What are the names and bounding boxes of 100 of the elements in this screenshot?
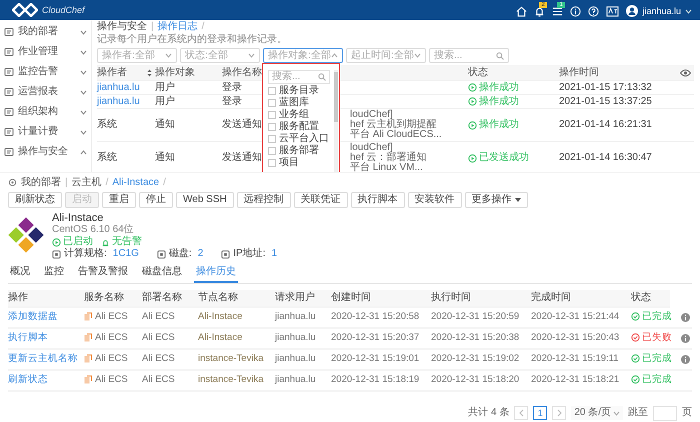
dropdown-option[interactable]: 服务部署 <box>268 145 330 157</box>
tab[interactable]: 监控 <box>42 264 66 282</box>
chevron-icon <box>80 30 87 34</box>
breadcrumb-item[interactable]: 操作与安全 <box>97 20 147 32</box>
operation-link[interactable]: 更新云主机名称 <box>8 354 78 364</box>
info-icon[interactable] <box>570 6 582 16</box>
action-button[interactable]: 更多操作 <box>464 192 528 208</box>
tab[interactable]: 操作历史 <box>194 264 238 282</box>
bell-icon[interactable] <box>534 6 546 16</box>
action-button[interactable]: 远程控制 <box>236 192 291 208</box>
service-icon <box>84 354 92 364</box>
tab[interactable]: 概况 <box>8 264 32 282</box>
user-menu[interactable]: jianhua.lu <box>626 5 692 17</box>
log-detail-line: 平台 Linux VM... <box>350 163 424 172</box>
table-cell: 2020-12-31 15:20:59 <box>431 312 520 322</box>
dropdown-option[interactable]: 蓝图库 <box>268 97 330 109</box>
action-button[interactable]: 安装软件 <box>408 192 462 208</box>
spec-value: 1C1G <box>112 248 139 260</box>
dropdown-option[interactable]: 服务配置 <box>268 121 330 133</box>
action-button[interactable]: 停止 <box>139 192 173 208</box>
chevron-icon <box>80 110 87 114</box>
spec-label: 计算规格: <box>64 248 107 260</box>
play-circle-icon <box>468 120 477 130</box>
play-circle-icon <box>468 154 477 162</box>
sidebar-item[interactable]: 计量计费 <box>0 122 91 142</box>
breadcrumb-item[interactable]: Ali-Instace <box>112 176 160 188</box>
checkbox[interactable] <box>268 123 276 131</box>
checkbox[interactable] <box>268 99 276 107</box>
sidebar-item[interactable]: 监控告警 <box>0 62 91 82</box>
action-button[interactable]: 重启 <box>102 192 136 208</box>
column-header: 操作 <box>8 292 28 304</box>
menu-item-icon <box>4 107 14 117</box>
action-button[interactable]: 关联凭证 <box>294 192 348 208</box>
dropdown-option[interactable]: 服务目录 <box>268 85 330 97</box>
table-cell: 2020-12-31 15:18:20 <box>431 374 520 386</box>
sort-icon[interactable] <box>147 68 152 76</box>
checkbox[interactable] <box>268 147 276 155</box>
caret-icon <box>613 410 620 416</box>
log-detail-line: loudChef] <box>350 110 393 120</box>
sidebar-item[interactable]: 我的部署 <box>0 22 91 42</box>
tab[interactable]: 告警及警报 <box>76 264 130 282</box>
table-cell: 2020-12-31 15:18:19 <box>331 374 420 386</box>
operation-link[interactable]: 添加数据盘 <box>8 312 58 322</box>
play-circle-icon <box>468 97 477 106</box>
checkbox[interactable] <box>268 135 276 143</box>
table-cell: 用户 <box>155 82 175 94</box>
breadcrumb-item[interactable]: 操作日志 <box>158 20 198 32</box>
log-detail-line: hef 云：部署通知 <box>350 153 427 163</box>
table-cell: 2020-12-31 15:20:43 <box>531 332 620 344</box>
logo-icon <box>12 3 38 17</box>
checkbox[interactable] <box>268 87 276 95</box>
sidebar-item[interactable]: 作业管理 <box>0 42 91 62</box>
table-cell: Ali ECS <box>142 332 175 344</box>
dropdown-option[interactable]: 云平台入口 <box>268 133 330 145</box>
checkbox[interactable] <box>268 159 276 167</box>
checkbox[interactable] <box>268 111 276 119</box>
sidebar-item[interactable]: 运营报表 <box>0 82 91 102</box>
table-cell: Ali ECS <box>142 374 175 386</box>
page-input[interactable] <box>653 406 677 420</box>
jump-label: 跳至 <box>628 407 648 419</box>
breadcrumb-item[interactable]: 我的部署 <box>21 176 61 188</box>
page-size-select[interactable]: 20 条/页 <box>571 406 623 420</box>
logo-text: CloudChef <box>42 4 85 16</box>
breadcrumb-item[interactable]: 云主机 <box>72 176 102 188</box>
column-header: 操作时间 <box>559 66 599 78</box>
chevron-icon <box>414 53 421 58</box>
list-icon[interactable] <box>552 6 564 16</box>
log-detail-line: loudChef] <box>350 143 393 153</box>
spec-label: IP地址: <box>233 248 266 260</box>
column-header: 节点名称 <box>198 292 238 304</box>
alert-status: 无告警 <box>112 236 142 248</box>
spec-label: 磁盘: <box>168 248 192 260</box>
power-status: 已启动 <box>63 236 93 248</box>
next-page-button[interactable] <box>552 406 566 420</box>
table-cell: 2020-12-31 15:20:58 <box>331 312 420 322</box>
spec-icon <box>52 250 61 258</box>
tab[interactable]: 磁盘信息 <box>140 264 184 282</box>
action-button[interactable]: 执行脚本 <box>350 192 405 208</box>
home-icon[interactable] <box>516 6 528 16</box>
chevron-left-icon <box>518 409 524 417</box>
dropdown-option[interactable]: 项目 <box>268 157 330 169</box>
column-header: 服务名称 <box>84 292 124 304</box>
operation-link[interactable]: 刷新状态 <box>8 374 48 386</box>
sidebar-item[interactable]: 组织架构 <box>0 102 91 122</box>
action-button[interactable]: 刷新状态 <box>8 192 62 208</box>
spec-icon <box>156 250 166 258</box>
dropdown-option[interactable]: 业务组 <box>268 109 330 121</box>
eye-icon[interactable] <box>680 68 691 76</box>
sidebar-item[interactable]: 操作与安全 <box>0 142 91 162</box>
menu-item-icon <box>4 127 14 137</box>
operation-link[interactable]: 执行脚本 <box>8 332 48 344</box>
action-button[interactable]: Web SSH <box>176 192 234 208</box>
page-description: 记录每个用户在系统内的登录和操作记录。 <box>97 33 288 46</box>
breadcrumb-separator: / <box>202 20 204 32</box>
page-button[interactable]: 1 <box>533 406 548 420</box>
previous-page-button[interactable] <box>514 406 528 420</box>
language-icon[interactable] <box>606 6 620 16</box>
column-header: 操作对象 <box>155 66 195 78</box>
help-icon[interactable] <box>588 6 600 16</box>
search-icon <box>318 73 326 81</box>
